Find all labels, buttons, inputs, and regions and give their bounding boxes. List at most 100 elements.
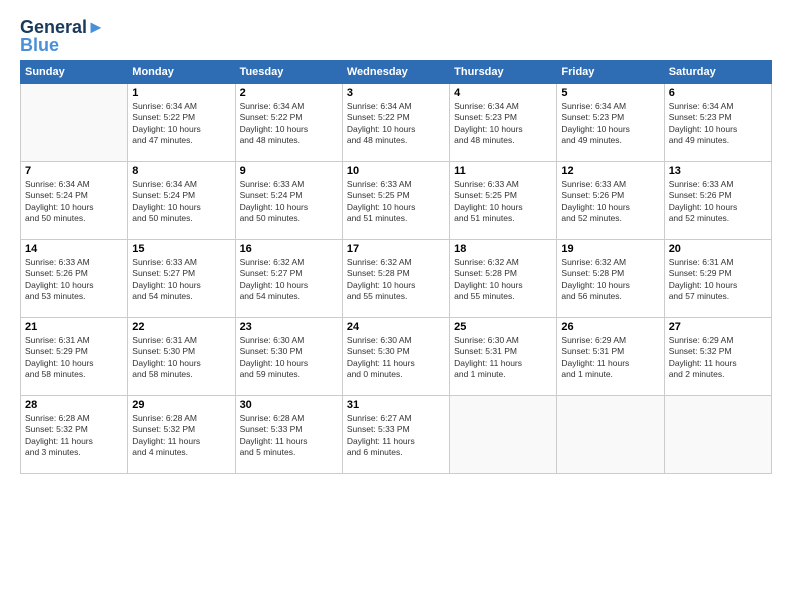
day-info: Sunrise: 6:34 AM Sunset: 5:22 PM Dayligh… bbox=[240, 101, 338, 147]
day-info: Sunrise: 6:28 AM Sunset: 5:32 PM Dayligh… bbox=[132, 413, 230, 459]
day-number: 24 bbox=[347, 321, 445, 333]
day-info: Sunrise: 6:33 AM Sunset: 5:24 PM Dayligh… bbox=[240, 179, 338, 225]
calendar-cell: 18 Sunrise: 6:32 AM Sunset: 5:28 PM Dayli… bbox=[450, 240, 557, 318]
calendar-cell: 1Sunrise: 6:34 AM Sunset: 5:22 PM Daylig… bbox=[128, 84, 235, 162]
day-info: Sunrise: 6:32 AM Sunset: 5:28 PM Dayligh… bbox=[454, 257, 552, 303]
day-info: Sunrise: 6:31 AM Sunset: 5:29 PM Dayligh… bbox=[669, 257, 767, 303]
calendar-cell: 31 Sunrise: 6:27 AM Sunset: 5:33 PM Dayli… bbox=[342, 396, 449, 474]
calendar-cell: 10 Sunrise: 6:33 AM Sunset: 5:25 PM Dayli… bbox=[342, 162, 449, 240]
day-number: 3 bbox=[347, 87, 445, 99]
calendar-cell: 7 Sunrise: 6:34 AM Sunset: 5:24 PM Daylig… bbox=[21, 162, 128, 240]
day-info: Sunrise: 6:32 AM Sunset: 5:28 PM Dayligh… bbox=[347, 257, 445, 303]
day-info: Sunrise: 6:30 AM Sunset: 5:31 PM Dayligh… bbox=[454, 335, 552, 381]
day-number: 5 bbox=[561, 87, 659, 99]
weekday-header: Friday bbox=[557, 61, 664, 84]
calendar-cell: 15 Sunrise: 6:33 AM Sunset: 5:27 PM Dayli… bbox=[128, 240, 235, 318]
calendar-cell bbox=[557, 396, 664, 474]
day-number: 21 bbox=[25, 321, 123, 333]
day-info: Sunrise: 6:34 AM Sunset: 5:24 PM Dayligh… bbox=[132, 179, 230, 225]
calendar-cell: 5 Sunrise: 6:34 AM Sunset: 5:23 PM Daylig… bbox=[557, 84, 664, 162]
calendar-cell: 28 Sunrise: 6:28 AM Sunset: 5:32 PM Dayli… bbox=[21, 396, 128, 474]
calendar-cell: 29 Sunrise: 6:28 AM Sunset: 5:32 PM Dayli… bbox=[128, 396, 235, 474]
day-number: 11 bbox=[454, 165, 552, 177]
day-info: Sunrise: 6:34 AM Sunset: 5:23 PM Dayligh… bbox=[561, 101, 659, 147]
day-info: Sunrise: 6:28 AM Sunset: 5:33 PM Dayligh… bbox=[240, 413, 338, 459]
day-number: 12 bbox=[561, 165, 659, 177]
day-number: 10 bbox=[347, 165, 445, 177]
logo: General► Blue bbox=[20, 18, 105, 54]
calendar-cell: 27 Sunrise: 6:29 AM Sunset: 5:32 PM Dayli… bbox=[664, 318, 771, 396]
day-info: Sunrise: 6:27 AM Sunset: 5:33 PM Dayligh… bbox=[347, 413, 445, 459]
day-info: Sunrise: 6:33 AM Sunset: 5:26 PM Dayligh… bbox=[669, 179, 767, 225]
day-number: 6 bbox=[669, 87, 767, 99]
calendar-cell: 26 Sunrise: 6:29 AM Sunset: 5:31 PM Dayli… bbox=[557, 318, 664, 396]
day-info: Sunrise: 6:29 AM Sunset: 5:32 PM Dayligh… bbox=[669, 335, 767, 381]
calendar-cell: 21 Sunrise: 6:31 AM Sunset: 5:29 PM Dayli… bbox=[21, 318, 128, 396]
day-info: Sunrise: 6:32 AM Sunset: 5:27 PM Dayligh… bbox=[240, 257, 338, 303]
day-number: 13 bbox=[669, 165, 767, 177]
day-number: 27 bbox=[669, 321, 767, 333]
day-number: 15 bbox=[132, 243, 230, 255]
day-number: 29 bbox=[132, 399, 230, 411]
calendar-cell: 19 Sunrise: 6:32 AM Sunset: 5:28 PM Dayli… bbox=[557, 240, 664, 318]
day-info: Sunrise: 6:30 AM Sunset: 5:30 PM Dayligh… bbox=[347, 335, 445, 381]
day-info: Sunrise: 6:34 AM Sunset: 5:24 PM Dayligh… bbox=[25, 179, 123, 225]
day-number: 23 bbox=[240, 321, 338, 333]
calendar-cell bbox=[450, 396, 557, 474]
calendar-cell: 24 Sunrise: 6:30 AM Sunset: 5:30 PM Dayli… bbox=[342, 318, 449, 396]
day-number: 9 bbox=[240, 165, 338, 177]
day-info: Sunrise: 6:29 AM Sunset: 5:31 PM Dayligh… bbox=[561, 335, 659, 381]
calendar-cell: 14Sunrise: 6:33 AM Sunset: 5:26 PM Dayli… bbox=[21, 240, 128, 318]
day-number: 18 bbox=[454, 243, 552, 255]
day-info: Sunrise: 6:33 AM Sunset: 5:25 PM Dayligh… bbox=[347, 179, 445, 225]
calendar-cell: 6 Sunrise: 6:34 AM Sunset: 5:23 PM Daylig… bbox=[664, 84, 771, 162]
weekday-header: Thursday bbox=[450, 61, 557, 84]
weekday-header: Tuesday bbox=[235, 61, 342, 84]
day-number: 22 bbox=[132, 321, 230, 333]
day-number: 14 bbox=[25, 243, 123, 255]
day-number: 26 bbox=[561, 321, 659, 333]
day-number: 16 bbox=[240, 243, 338, 255]
day-number: 7 bbox=[25, 165, 123, 177]
day-info: Sunrise: 6:33 AM Sunset: 5:25 PM Dayligh… bbox=[454, 179, 552, 225]
day-number: 2 bbox=[240, 87, 338, 99]
calendar-cell: 8 Sunrise: 6:34 AM Sunset: 5:24 PM Daylig… bbox=[128, 162, 235, 240]
calendar-cell: 9 Sunrise: 6:33 AM Sunset: 5:24 PM Daylig… bbox=[235, 162, 342, 240]
calendar-cell: 23 Sunrise: 6:30 AM Sunset: 5:30 PM Dayli… bbox=[235, 318, 342, 396]
calendar-cell: 20 Sunrise: 6:31 AM Sunset: 5:29 PM Dayli… bbox=[664, 240, 771, 318]
weekday-header: Saturday bbox=[664, 61, 771, 84]
day-number: 28 bbox=[25, 399, 123, 411]
logo-blue: Blue bbox=[20, 36, 59, 54]
day-number: 1 bbox=[132, 87, 230, 99]
weekday-header: Monday bbox=[128, 61, 235, 84]
day-number: 30 bbox=[240, 399, 338, 411]
calendar-cell bbox=[21, 84, 128, 162]
day-number: 20 bbox=[669, 243, 767, 255]
day-info: Sunrise: 6:32 AM Sunset: 5:28 PM Dayligh… bbox=[561, 257, 659, 303]
day-info: Sunrise: 6:33 AM Sunset: 5:26 PM Dayligh… bbox=[561, 179, 659, 225]
calendar: SundayMondayTuesdayWednesdayThursdayFrid… bbox=[20, 60, 772, 474]
calendar-cell: 12 Sunrise: 6:33 AM Sunset: 5:26 PM Dayli… bbox=[557, 162, 664, 240]
day-info: Sunrise: 6:31 AM Sunset: 5:30 PM Dayligh… bbox=[132, 335, 230, 381]
day-info: Sunrise: 6:30 AM Sunset: 5:30 PM Dayligh… bbox=[240, 335, 338, 381]
day-number: 17 bbox=[347, 243, 445, 255]
calendar-cell: 25 Sunrise: 6:30 AM Sunset: 5:31 PM Dayli… bbox=[450, 318, 557, 396]
day-number: 31 bbox=[347, 399, 445, 411]
calendar-cell: 30 Sunrise: 6:28 AM Sunset: 5:33 PM Dayli… bbox=[235, 396, 342, 474]
calendar-cell: 4 Sunrise: 6:34 AM Sunset: 5:23 PM Daylig… bbox=[450, 84, 557, 162]
day-number: 8 bbox=[132, 165, 230, 177]
weekday-header: Wednesday bbox=[342, 61, 449, 84]
day-number: 25 bbox=[454, 321, 552, 333]
calendar-cell bbox=[664, 396, 771, 474]
calendar-cell: 22 Sunrise: 6:31 AM Sunset: 5:30 PM Dayli… bbox=[128, 318, 235, 396]
day-number: 19 bbox=[561, 243, 659, 255]
day-info: Sunrise: 6:28 AM Sunset: 5:32 PM Dayligh… bbox=[25, 413, 123, 459]
day-number: 4 bbox=[454, 87, 552, 99]
day-info: Sunrise: 6:31 AM Sunset: 5:29 PM Dayligh… bbox=[25, 335, 123, 381]
day-info: Sunrise: 6:33 AM Sunset: 5:27 PM Dayligh… bbox=[132, 257, 230, 303]
weekday-header: Sunday bbox=[21, 61, 128, 84]
day-info: Sunrise: 6:34 AM Sunset: 5:22 PM Dayligh… bbox=[347, 101, 445, 147]
calendar-cell: 17 Sunrise: 6:32 AM Sunset: 5:28 PM Dayli… bbox=[342, 240, 449, 318]
day-info: Sunrise: 6:34 AM Sunset: 5:23 PM Dayligh… bbox=[454, 101, 552, 147]
day-info: Sunrise: 6:34 AM Sunset: 5:23 PM Dayligh… bbox=[669, 101, 767, 147]
